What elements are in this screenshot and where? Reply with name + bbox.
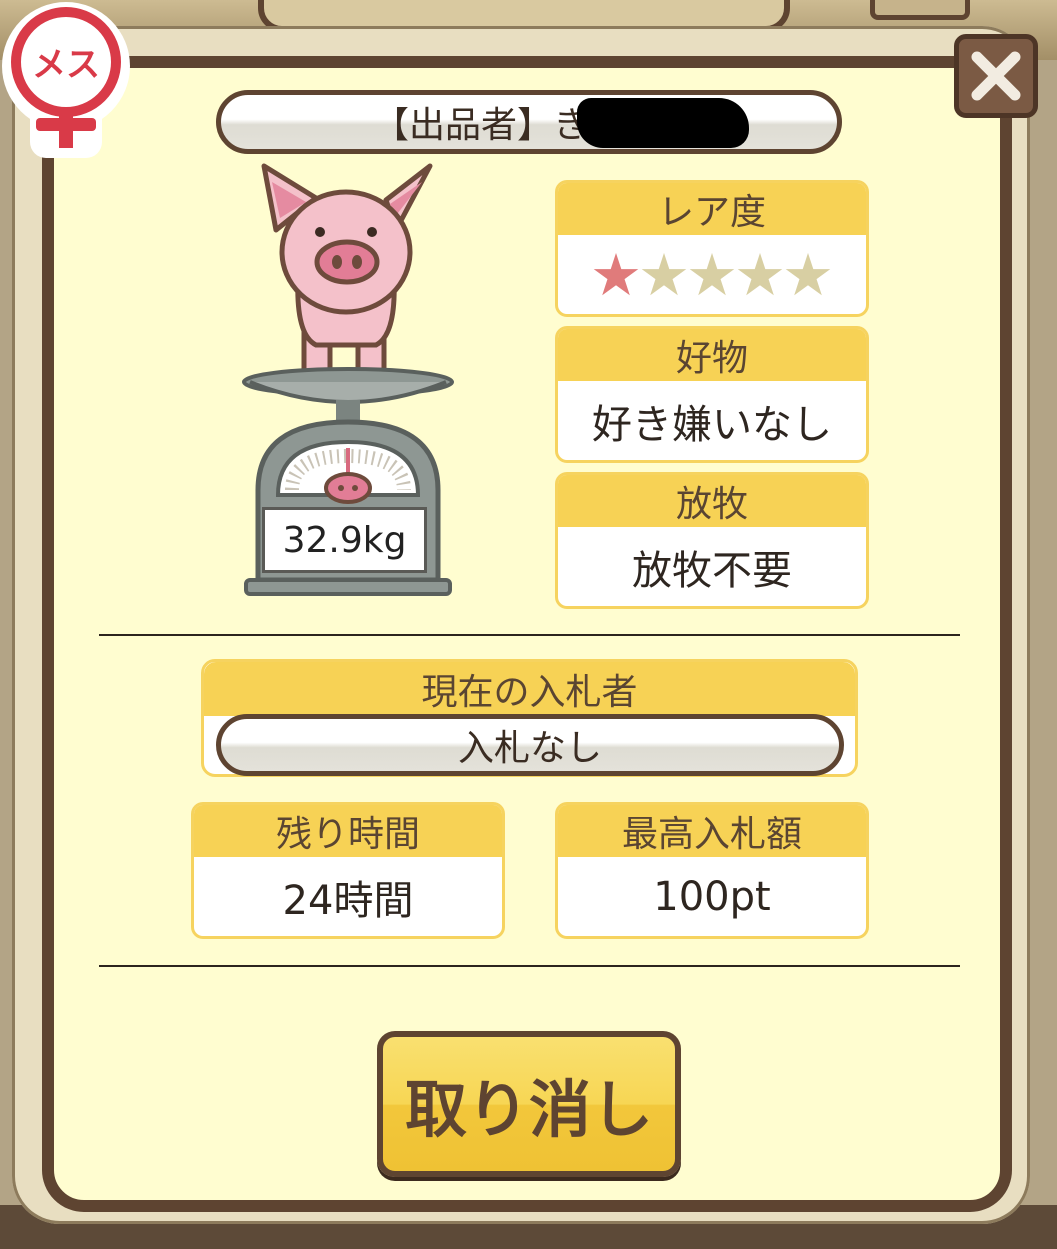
close-icon: [971, 51, 1021, 101]
star-empty-icon: ★: [686, 241, 738, 309]
female-symbol-icon: メス: [2, 2, 130, 158]
current-bidder-title: 現在の入札者: [204, 662, 855, 716]
grazing-title: 放牧: [558, 475, 866, 527]
section-divider: [99, 965, 960, 967]
section-divider: [99, 634, 960, 636]
rarity-stars: ★ ★ ★ ★ ★: [558, 235, 866, 314]
grazing-value: 放牧不要: [632, 548, 792, 594]
rarity-title: レア度: [558, 183, 866, 235]
pig-weight-display: 32.9kg: [262, 507, 427, 573]
highest-bid-card: 最高入札額 100pt: [555, 802, 869, 939]
highest-bid-value: 100pt: [653, 874, 771, 920]
grazing-card: 放牧 放牧不要: [555, 472, 869, 609]
rarity-card: レア度 ★ ★ ★ ★ ★: [555, 180, 869, 317]
current-bidder-value: 入札なし: [216, 714, 844, 776]
gender-label: メス: [32, 45, 100, 85]
seller-name-redaction: [577, 98, 749, 148]
seller-label: 【出品者】き: [372, 105, 589, 146]
star-empty-icon: ★: [782, 241, 834, 309]
close-button[interactable]: [954, 34, 1038, 118]
remaining-time-title: 残り時間: [194, 805, 502, 857]
favorite-food-card: 好物 好き嫌いなし: [555, 326, 869, 463]
star-empty-icon: ★: [734, 241, 786, 309]
female-gender-badge: メス: [0, 0, 135, 160]
background-tab-right: [870, 0, 970, 20]
star-empty-icon: ★: [638, 241, 690, 309]
highest-bid-title: 最高入札額: [558, 805, 866, 857]
remaining-time-value: 24時間: [282, 878, 414, 924]
remaining-time-card: 残り時間 24時間: [191, 802, 505, 939]
favorite-food-title: 好物: [558, 329, 866, 381]
favorite-food-value: 好き嫌いなし: [592, 402, 832, 448]
star-filled-icon: ★: [590, 241, 642, 309]
cancel-listing-button[interactable]: 取り消し: [377, 1031, 681, 1177]
